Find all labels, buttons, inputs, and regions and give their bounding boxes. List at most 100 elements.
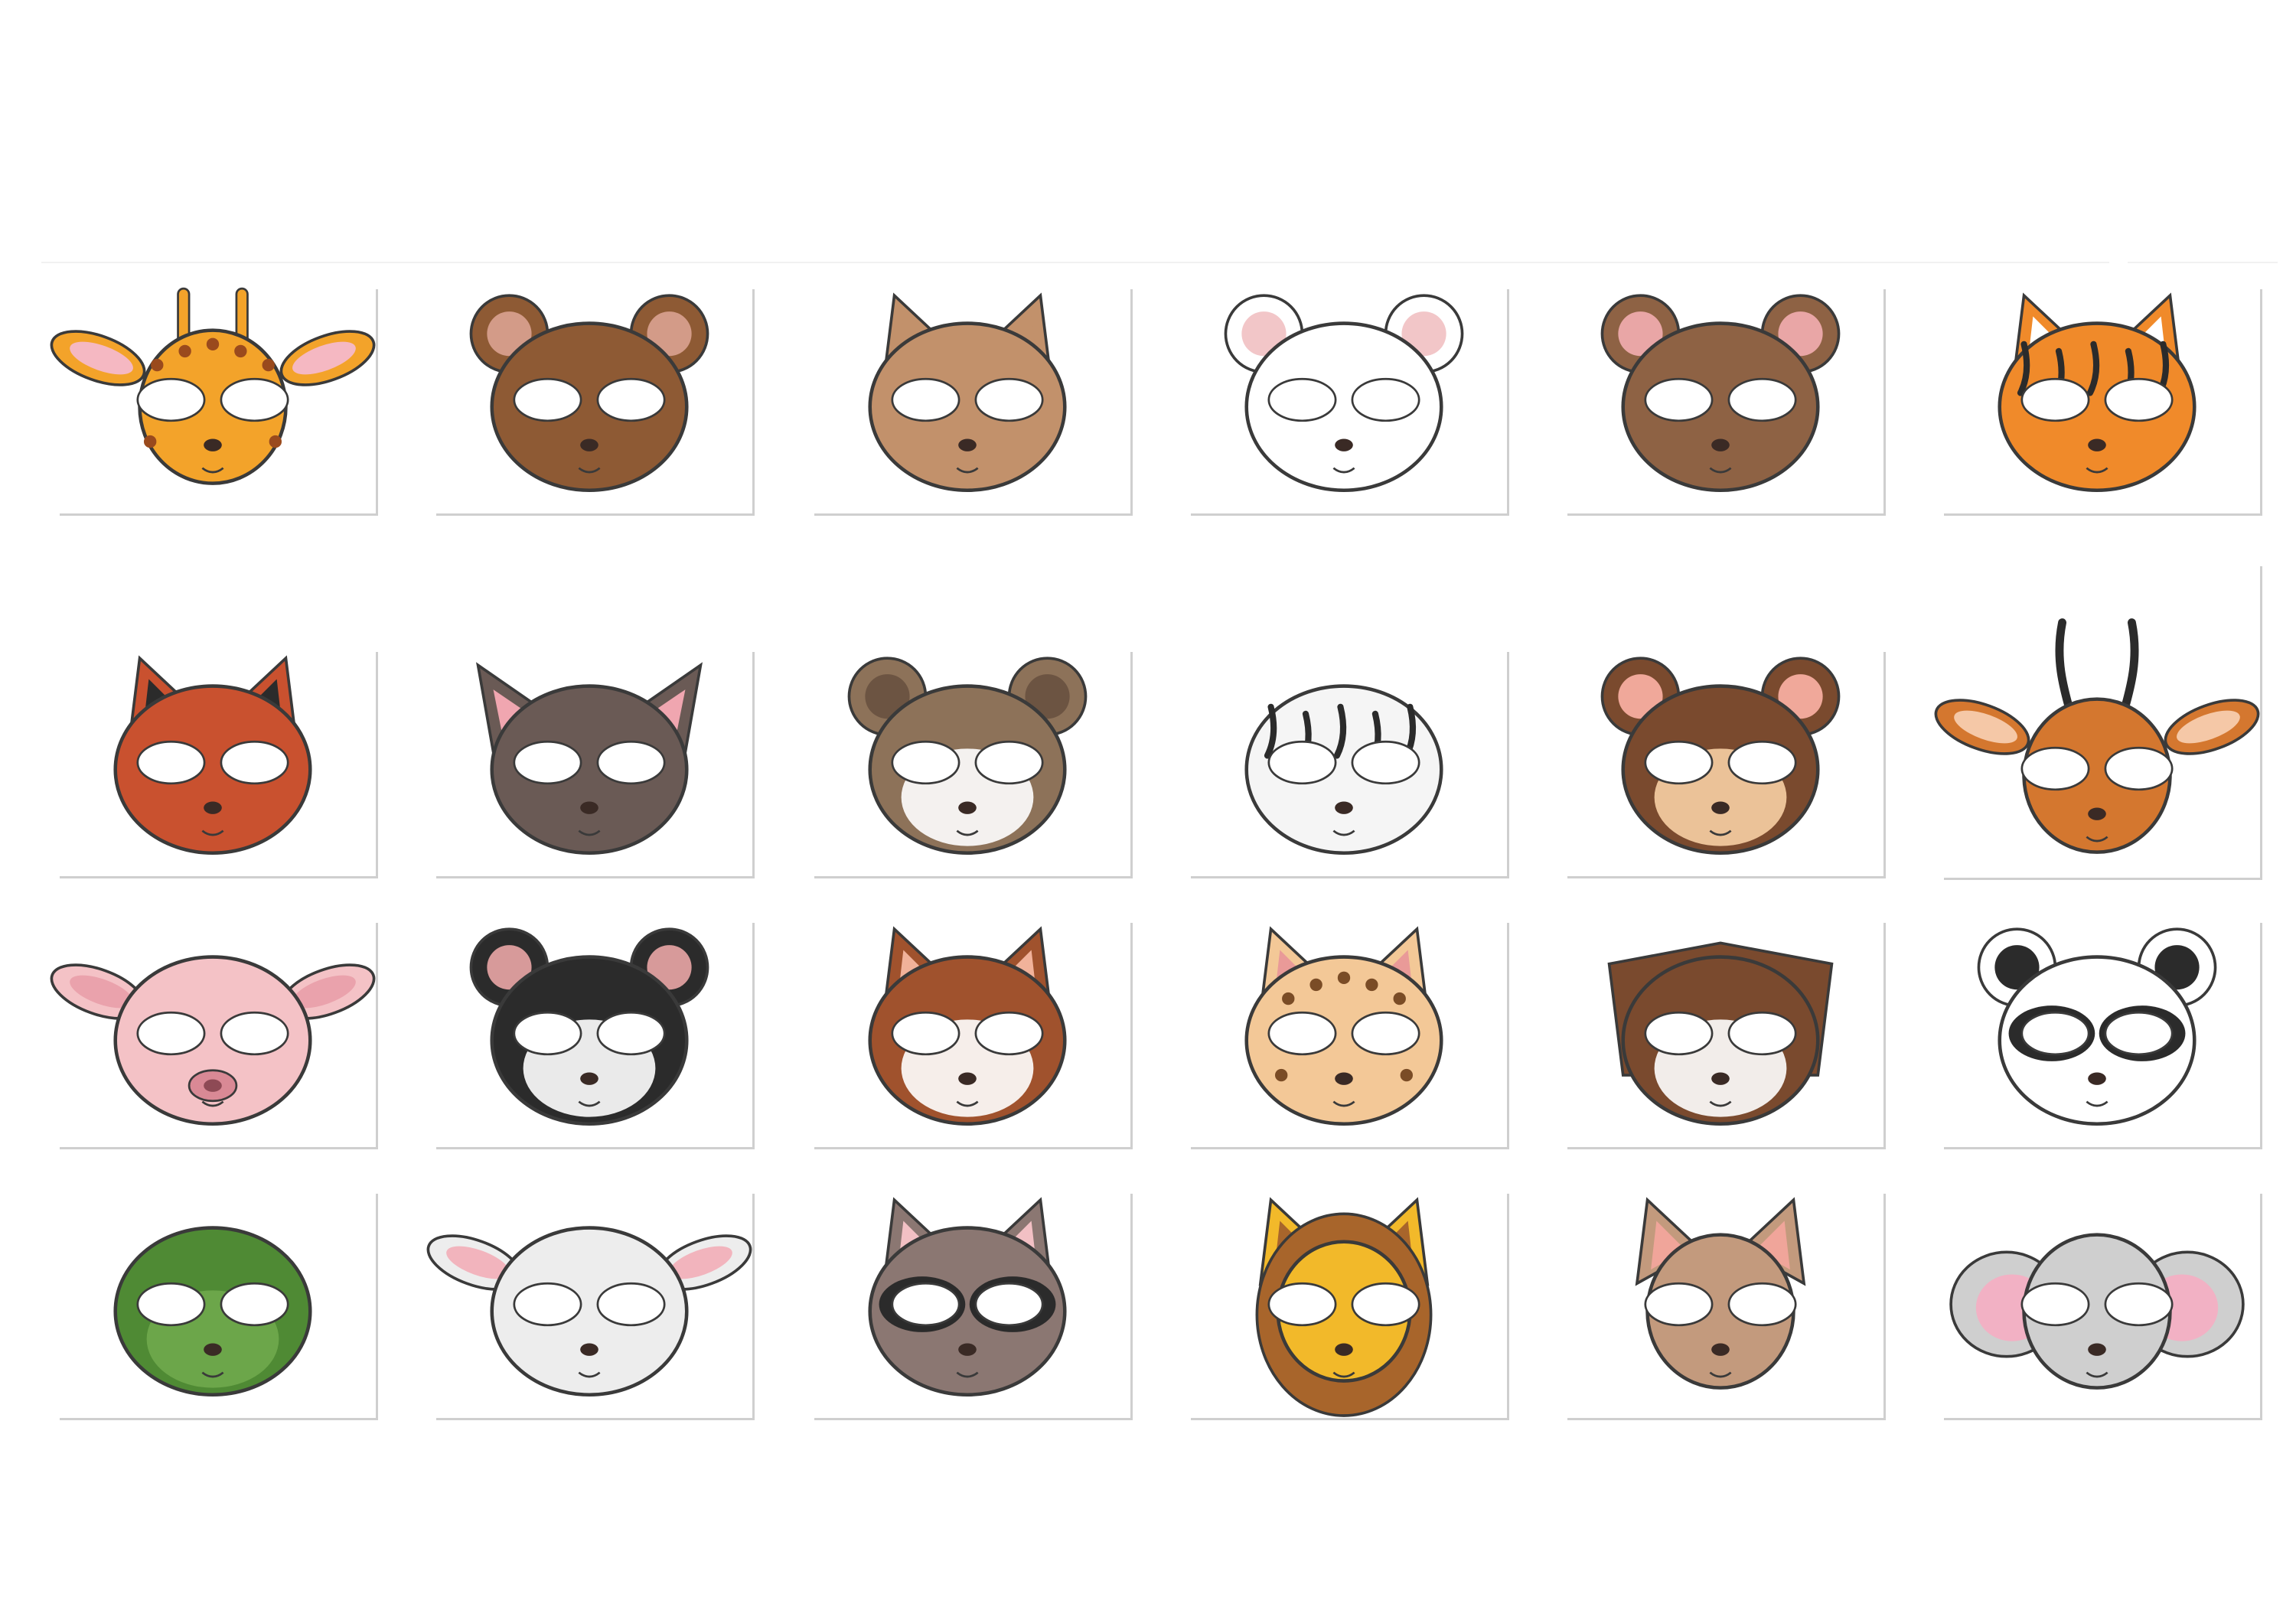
right-ear <box>279 963 376 1020</box>
left-eye-hole <box>1644 740 1714 785</box>
left-eye-hole <box>891 1011 960 1056</box>
nose <box>1335 801 1353 814</box>
right-eye-hole <box>596 1011 666 1056</box>
top-divider <box>41 262 2109 263</box>
zebra-mask <box>1244 684 1443 855</box>
right-ear <box>231 655 298 745</box>
face <box>1621 684 1820 855</box>
mouth <box>201 467 224 474</box>
left-ear-inner <box>1618 311 1663 357</box>
left-ear-inner <box>143 679 178 728</box>
llama-mask <box>868 292 1067 492</box>
panda-mask-art <box>1977 927 2217 1126</box>
right-ear-inner <box>2154 945 2200 990</box>
stripe <box>1264 703 1277 759</box>
right-eye-hole <box>596 1282 666 1327</box>
beaver-mask <box>1600 294 1841 492</box>
right-ear-inner <box>1778 674 1823 719</box>
right-ear-inner <box>1401 311 1446 357</box>
right-ear <box>1384 294 1464 373</box>
face <box>113 955 312 1126</box>
nose <box>2088 807 2106 820</box>
face <box>1621 321 1820 492</box>
left-ear <box>1258 926 1326 1015</box>
stripe <box>2122 347 2135 403</box>
right-eye-hole <box>1727 1011 1797 1056</box>
nose <box>1335 1072 1353 1085</box>
mouth <box>201 1100 224 1107</box>
spot <box>144 435 157 448</box>
left-ear-inner <box>1241 311 1287 357</box>
face <box>1244 955 1443 1126</box>
mouth <box>1332 1371 1355 1378</box>
right-ear <box>986 292 1053 382</box>
left-ear <box>847 657 928 736</box>
right-ear <box>986 926 1053 1015</box>
left-ear <box>1977 927 2057 1007</box>
left-eye-hole <box>1267 740 1337 785</box>
right-ossicone <box>235 287 249 346</box>
right-ear <box>629 927 709 1007</box>
mouth <box>2086 1100 2108 1107</box>
right-ear-inner <box>669 1246 732 1279</box>
mouth <box>956 1100 979 1107</box>
left-eye-hole <box>1267 377 1337 422</box>
fox-mask-card <box>814 923 1133 1149</box>
zebra-mask-card <box>1191 652 1509 878</box>
face <box>868 1226 1067 1396</box>
muzzle-patch <box>901 1019 1034 1117</box>
left-eye-hole <box>2020 746 2090 791</box>
right-ear-inner <box>647 311 692 357</box>
spot <box>1393 992 1406 1005</box>
face <box>1276 1240 1412 1383</box>
right-eye-hole <box>1727 1282 1797 1327</box>
right-eye-hole <box>220 377 289 422</box>
pig-mask-art <box>50 955 376 1126</box>
left-ear <box>50 963 146 1020</box>
nose <box>204 1343 222 1356</box>
right-eye-patch <box>2099 1005 2186 1061</box>
left-ear <box>469 294 550 373</box>
nose <box>1711 1343 1730 1356</box>
left-ear <box>1224 294 1304 373</box>
right-ear <box>1007 657 1088 736</box>
left-ear-inner <box>487 945 532 990</box>
spot <box>1282 992 1295 1005</box>
bear-mask-art <box>469 294 709 492</box>
left-ear-inner <box>1994 945 2040 990</box>
face <box>113 684 312 855</box>
muzzle-patch <box>901 748 1034 846</box>
muzzle-patch <box>523 1019 656 1117</box>
monkey-mask-card <box>1567 652 1886 878</box>
spot <box>1365 978 1378 992</box>
left-eye-patch <box>879 1276 966 1332</box>
left-ear <box>127 655 194 745</box>
spot <box>1400 1068 1413 1082</box>
left-ear <box>1600 294 1681 373</box>
right-ear <box>656 1234 752 1291</box>
stripe <box>2156 341 2170 396</box>
face <box>113 1226 312 1396</box>
mouth <box>201 829 224 836</box>
otter-mask <box>847 657 1088 855</box>
right-ear <box>1760 657 1841 736</box>
owl-mask <box>1607 941 1834 1126</box>
right-ear-inner <box>2177 710 2240 744</box>
mask-sheet <box>0 0 2296 1623</box>
right-eye-hole <box>974 740 1044 785</box>
raccoon-mask <box>868 1197 1067 1396</box>
left-ear-inner <box>1651 1221 1686 1270</box>
left-eye-hole <box>136 1011 206 1056</box>
right-eye-hole <box>1351 740 1420 785</box>
face <box>138 328 288 485</box>
nose <box>2088 1343 2106 1356</box>
spot <box>206 337 220 350</box>
right-ear-inner <box>2131 316 2167 366</box>
bear-mask-card <box>436 289 755 516</box>
nose <box>580 1343 598 1356</box>
left-eye-hole <box>136 1282 206 1327</box>
face <box>1244 684 1443 855</box>
skunk-mask-art <box>469 927 709 1126</box>
left-eye-hole <box>136 377 206 422</box>
right-ear-inner <box>1002 316 1037 366</box>
